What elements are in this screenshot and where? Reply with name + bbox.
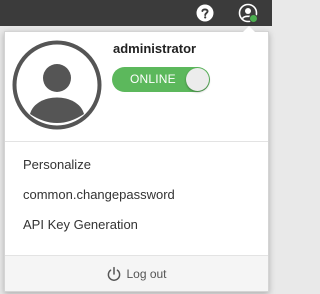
menu-item-api-key-generation[interactable]: API Key Generation [5,210,268,240]
username: administrator [113,41,197,56]
help-circle-icon [196,4,214,22]
logout-button[interactable]: Log out [5,255,268,291]
user-avatar-icon [12,40,102,130]
menu-item-personalize[interactable]: Personalize [5,150,268,180]
logout-label: Log out [126,266,167,281]
menu-item-change-password[interactable]: common.changepassword [5,180,268,210]
user-dropdown-panel: administrator ONLINE Personalize common.… [4,31,269,292]
user-menu-button[interactable] [236,1,260,25]
dropdown-caret [243,26,255,32]
online-status-dot [249,14,258,23]
user-avatar [12,40,102,135]
toggle-knob[interactable] [186,68,209,91]
user-menu-list: Personalize common.changepassword API Ke… [5,150,268,240]
divider [5,141,268,142]
status-label: ONLINE [130,72,176,86]
online-status-toggle[interactable]: ONLINE [112,67,210,92]
help-button[interactable] [193,1,217,25]
top-bar [0,0,272,26]
power-icon [108,266,121,281]
